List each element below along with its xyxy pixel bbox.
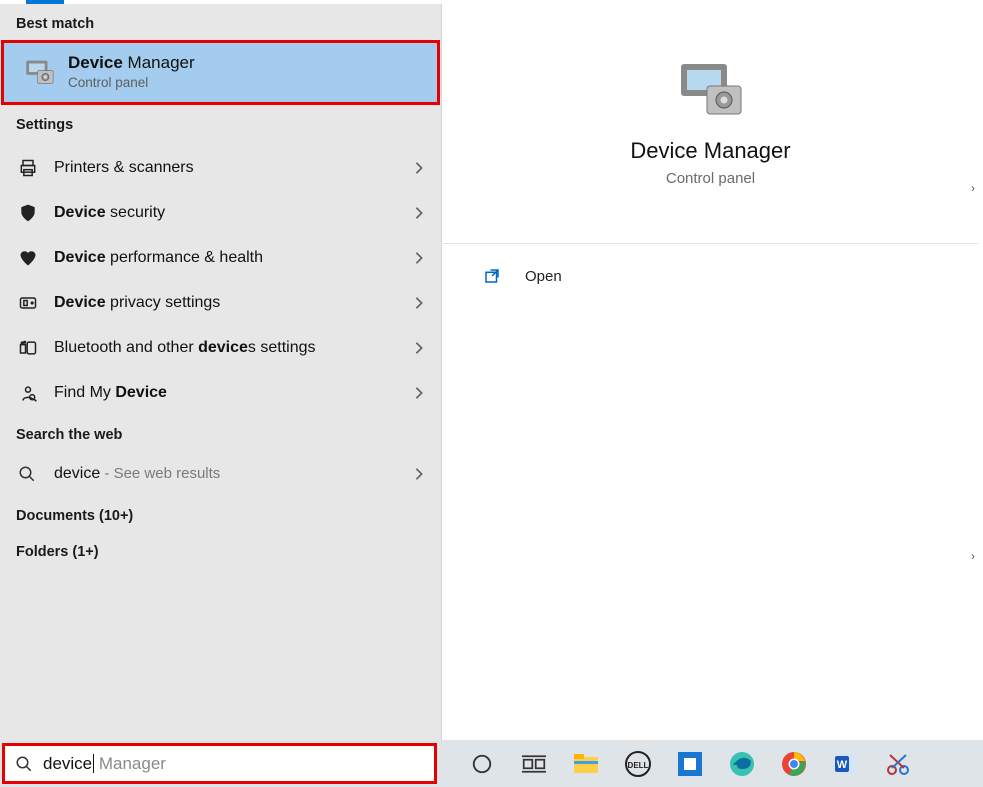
settings-header: Settings — [0, 105, 441, 141]
snip-icon[interactable] — [883, 749, 913, 779]
settings-item-2[interactable]: Device performance & health — [0, 235, 441, 280]
best-match-header: Best match — [0, 4, 441, 40]
web-search-text: device - See web results — [44, 465, 413, 483]
task-view-icon[interactable] — [519, 749, 549, 779]
taskbar-icons: DELL W — [439, 749, 913, 779]
settings-item-1[interactable]: Device security — [0, 190, 441, 235]
details-hero: Device Manager Control panel — [443, 4, 978, 244]
svg-text:W: W — [837, 759, 848, 771]
cortana-icon[interactable] — [467, 749, 497, 779]
chevron-right-icon — [413, 341, 425, 355]
scroll-edge-markers: ›› — [970, 4, 976, 740]
details-title: Device Manager — [630, 138, 790, 164]
settings-item-0[interactable]: Printers & scanners — [0, 145, 441, 190]
settings-item-label: Device performance & health — [44, 249, 413, 267]
folders-header[interactable]: Folders (1+) — [0, 532, 441, 568]
open-label: Open — [507, 268, 562, 285]
chrome-icon[interactable] — [779, 749, 809, 779]
settings-item-3[interactable]: Device privacy settings — [0, 280, 441, 325]
search-icon — [18, 465, 44, 483]
word-icon[interactable]: W — [831, 749, 861, 779]
taskbar: device Manager DELL W — [0, 740, 983, 787]
settings-item-label: Device privacy settings — [44, 294, 413, 312]
settings-item-5[interactable]: Find My Device — [0, 370, 441, 415]
chevron-right-icon — [413, 251, 425, 265]
chevron-right-icon — [413, 467, 425, 481]
details-panel: Device Manager Control panel Open ›› — [443, 4, 978, 740]
dell-icon[interactable]: DELL — [623, 749, 653, 779]
documents-header[interactable]: Documents (10+) — [0, 496, 441, 532]
settings-item-label: Find My Device — [44, 384, 413, 402]
svg-text:DELL: DELL — [628, 761, 649, 770]
best-match-text: Device Manager Control panel — [68, 53, 195, 90]
chevron-right-icon — [413, 161, 425, 175]
printer-icon — [18, 158, 44, 178]
open-action[interactable]: Open — [443, 244, 978, 308]
lock-icon — [18, 293, 44, 313]
device-manager-icon — [22, 57, 56, 87]
settings-item-4[interactable]: Bluetooth and other devices settings — [0, 325, 441, 370]
chevron-right-icon — [413, 206, 425, 220]
web-search-result[interactable]: device - See web results — [0, 451, 441, 496]
taskbar-search-box[interactable]: device Manager — [2, 743, 437, 784]
settings-list: Printers & scanners Device security Device… — [0, 141, 441, 415]
bluetooth-icon — [18, 338, 44, 358]
settings-item-label: Device security — [44, 204, 413, 222]
chevron-right-icon — [413, 386, 425, 400]
settings-item-label: Bluetooth and other devices settings — [44, 339, 413, 357]
shield-icon — [18, 203, 44, 223]
search-input[interactable]: device Manager — [33, 754, 166, 774]
edge-icon[interactable] — [727, 749, 757, 779]
settings-item-label: Printers & scanners — [44, 159, 413, 177]
open-icon — [483, 267, 507, 285]
search-web-header: Search the web — [0, 415, 441, 451]
details-subtitle: Control panel — [666, 170, 755, 187]
find-icon — [18, 383, 44, 403]
search-results-panel: Best match Device Manager Control panel … — [0, 4, 442, 740]
device-manager-large-icon — [675, 60, 747, 120]
heart-icon — [18, 248, 44, 268]
file-explorer-icon[interactable] — [571, 749, 601, 779]
search-icon — [15, 755, 33, 773]
best-match-device-manager[interactable]: Device Manager Control panel — [1, 40, 440, 105]
app-blue-icon[interactable] — [675, 749, 705, 779]
chevron-right-icon — [413, 296, 425, 310]
